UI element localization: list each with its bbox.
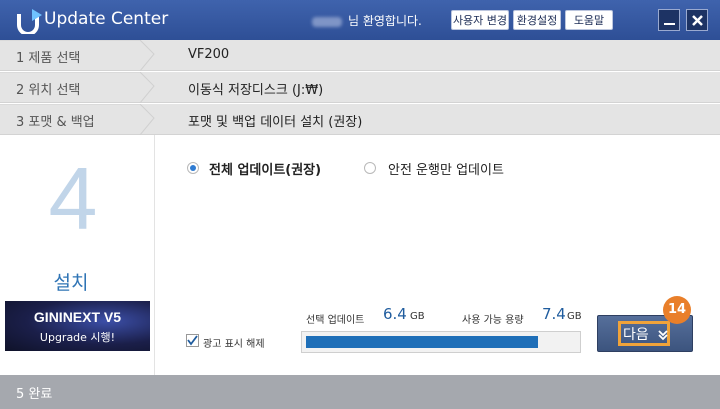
step-badge: 14 — [663, 296, 691, 324]
step-3-label: 3 포맷 & 백업 — [16, 115, 95, 130]
panel-divider — [154, 135, 155, 375]
update-logo-icon — [17, 9, 42, 34]
available-space-unit: GB — [567, 311, 582, 322]
change-user-button[interactable]: 사용자 변경 — [451, 10, 509, 30]
next-label-text: 다음 — [623, 327, 649, 343]
selected-update-label: 선택 업데이트 — [306, 315, 365, 326]
ad-hide-checkbox[interactable] — [186, 334, 199, 347]
capacity-progress-bar — [301, 331, 581, 353]
available-space-label: 사용 가능 용량 — [462, 315, 524, 326]
close-icon — [692, 15, 703, 26]
step-2-value: 이동식 저장디스크 (J:₩) — [188, 83, 324, 98]
step-1-label: 1 제품 선택 — [16, 51, 81, 66]
checkmark-icon — [187, 335, 198, 346]
ad-subtitle: Upgrade 시행! — [39, 331, 116, 344]
settings-button[interactable]: 환경설정 — [513, 10, 561, 30]
selected-update-unit: GB — [410, 311, 425, 322]
progress-fill — [306, 336, 538, 348]
close-button[interactable] — [686, 9, 708, 31]
step-5-label: 5 완료 — [16, 387, 53, 402]
step-3-format-backup[interactable]: 3 포맷 & 백업 포맷 및 백업 데이터 설치 (권장) — [0, 104, 720, 135]
ad-banner[interactable]: GININEXT V5 Upgrade 시행! — [5, 301, 150, 351]
minimize-button[interactable] — [658, 9, 680, 31]
step-2-location[interactable]: 2 위치 선택 이동식 저장디스크 (J:₩) — [0, 72, 720, 103]
available-space-value: 7.4 — [542, 305, 566, 323]
step-1-product[interactable]: 1 제품 선택 VF200 — [0, 40, 720, 71]
selected-update-value: 6.4 — [383, 305, 407, 323]
username-blurred — [312, 16, 342, 27]
title-bar: Update Center 님 환영합니다. 사용자 변경 환경설정 도움말 — [0, 0, 720, 40]
full-update-radio[interactable] — [187, 162, 199, 174]
safe-update-label[interactable]: 안전 운행만 업데이트 — [388, 159, 504, 178]
step-2-label: 2 위치 선택 — [16, 83, 81, 98]
double-chevron-down-icon — [658, 330, 668, 341]
safe-update-radio[interactable] — [364, 162, 376, 174]
next-button-label[interactable]: 다음 — [623, 324, 669, 344]
welcome-text: 님 환영합니다. — [348, 14, 422, 28]
help-button[interactable]: 도움말 — [565, 10, 613, 30]
step-1-value: VF200 — [188, 47, 230, 62]
full-update-label[interactable]: 전체 업데이트(권장) — [209, 159, 321, 178]
step-4-number: 4 — [48, 149, 98, 248]
step-3-value: 포맷 및 백업 데이터 설치 (권장) — [188, 115, 363, 130]
welcome-message: 님 환영합니다. — [312, 12, 422, 29]
update-center-window: Update Center 님 환영합니다. 사용자 변경 환경설정 도움말 1… — [0, 0, 720, 409]
step-4-title: 설치 — [53, 272, 89, 294]
step-5-complete: 5 완료 — [0, 375, 720, 409]
app-title: Update Center — [44, 9, 169, 29]
ad-title: GININEXT V5 — [33, 309, 122, 325]
ad-hide-label[interactable]: 광고 표시 해제 — [203, 335, 265, 350]
minimize-icon — [664, 23, 675, 25]
